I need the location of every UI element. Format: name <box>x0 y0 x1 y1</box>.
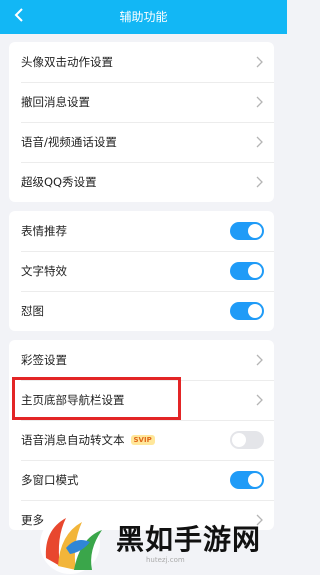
toggle-knob <box>248 304 262 318</box>
setting-label: 怼图 <box>21 304 44 318</box>
text-effects-toggle[interactable] <box>230 262 264 280</box>
voice-to-text-toggle[interactable] <box>230 431 264 449</box>
setting-label: 文字特效 <box>21 264 67 278</box>
toggle-knob <box>248 264 262 278</box>
chevron-right-icon <box>256 394 263 406</box>
highlight-box <box>12 377 181 420</box>
chevron-right-icon <box>256 136 263 148</box>
dui-tu-toggle[interactable] <box>230 302 264 320</box>
toggle-knob <box>248 473 262 487</box>
chevron-right-icon <box>256 56 263 68</box>
setting-label: 头像双击动作设置 <box>21 55 113 69</box>
watermark: 黑如手游网 hutezj.com <box>36 508 287 575</box>
setting-super-qq-show[interactable]: 超级QQ秀设置 <box>9 162 274 202</box>
setting-avatar-double-tap[interactable]: 头像双击动作设置 <box>9 42 274 82</box>
settings-group-1: 头像双击动作设置 撤回消息设置 语音/视频通话设置 超级QQ秀设置 <box>9 42 274 202</box>
chevron-right-icon <box>256 176 263 188</box>
settings-group-3: 彩签设置 主页底部导航栏设置 语音消息自动转文本 SVIP 多窗口模式 更多 <box>9 340 274 530</box>
setting-label: 语音消息自动转文本 <box>21 433 125 447</box>
toggle-knob <box>248 224 262 238</box>
emoji-recommend-toggle[interactable] <box>230 222 264 240</box>
setting-text-effects: 文字特效 <box>9 251 274 291</box>
setting-label: 多窗口模式 <box>21 473 79 487</box>
watermark-url: hutezj.com <box>146 556 185 564</box>
chevron-right-icon <box>256 96 263 108</box>
setting-label: 撤回消息设置 <box>21 95 90 109</box>
settings-group-2: 表情推荐 文字特效 怼图 <box>9 211 274 331</box>
setting-voice-video-call[interactable]: 语音/视频通话设置 <box>9 122 274 162</box>
page-title: 辅助功能 <box>119 10 168 24</box>
setting-label: 超级QQ秀设置 <box>21 175 97 189</box>
setting-label: 语音/视频通话设置 <box>21 135 117 149</box>
toggle-knob <box>232 433 246 447</box>
setting-recall-message[interactable]: 撤回消息设置 <box>9 82 274 122</box>
setting-emoji-recommend: 表情推荐 <box>9 211 274 251</box>
setting-label: 彩签设置 <box>21 353 67 367</box>
watermark-logo-icon <box>40 514 102 574</box>
setting-voice-to-text: 语音消息自动转文本 SVIP <box>9 420 274 460</box>
multi-window-toggle[interactable] <box>230 471 264 489</box>
svip-badge: SVIP <box>130 435 155 445</box>
setting-label: 表情推荐 <box>21 224 67 238</box>
watermark-text: 黑如手游网 <box>116 523 262 556</box>
setting-dui-tu: 怼图 <box>9 291 274 331</box>
top-bar: 辅助功能 <box>0 0 287 34</box>
setting-multi-window: 多窗口模式 <box>9 460 274 500</box>
setting-color-tag[interactable]: 彩签设置 <box>9 340 274 380</box>
chevron-right-icon <box>256 354 263 366</box>
